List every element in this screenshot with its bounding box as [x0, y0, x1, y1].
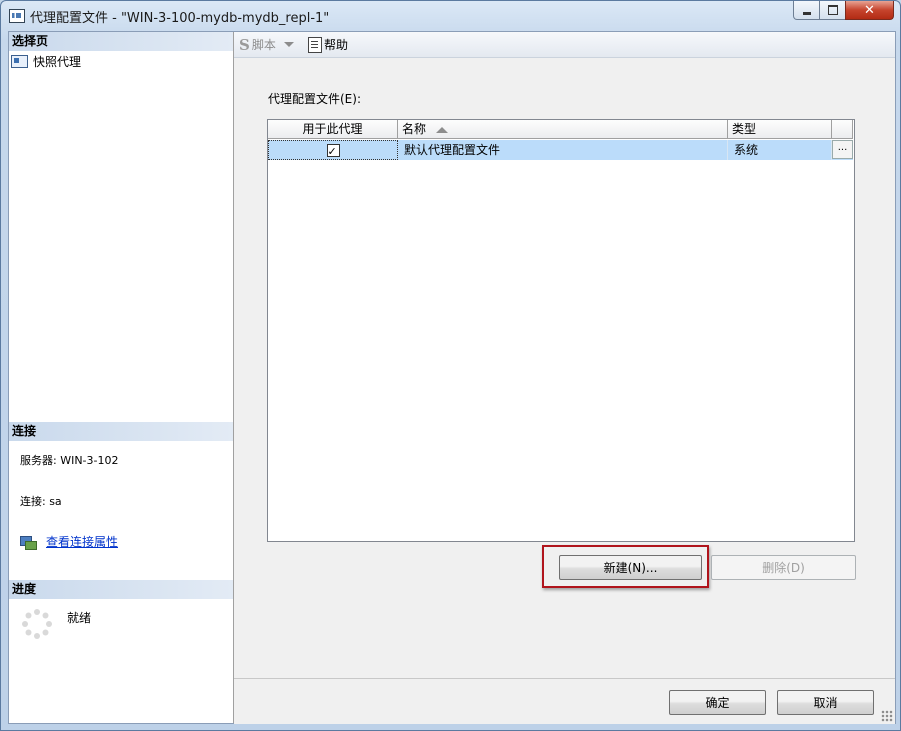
- agent-icon: [11, 55, 28, 68]
- connection-header: 连接: [9, 422, 233, 441]
- progress-status: 就绪: [67, 611, 92, 625]
- close-icon: ✕: [864, 2, 875, 18]
- page-item-snapshot-agent[interactable]: 快照代理: [11, 53, 81, 70]
- script-button[interactable]: S 脚本: [239, 36, 294, 53]
- delete-profile-button[interactable]: 删除(D): [711, 555, 856, 580]
- column-header-use-for-agent[interactable]: 用于此代理: [268, 120, 398, 139]
- ok-button[interactable]: 确定: [669, 690, 766, 715]
- maximize-button[interactable]: [819, 1, 846, 20]
- new-profile-button[interactable]: 新建(N)...: [559, 555, 702, 580]
- page-item-label: 快照代理: [33, 55, 82, 69]
- agent-window-icon: [9, 9, 25, 23]
- resize-grip-icon[interactable]: [881, 710, 893, 722]
- table-row[interactable]: 默认代理配置文件 系统 ...: [268, 140, 853, 162]
- toolbar: S 脚本 帮助: [234, 32, 895, 58]
- properties-panel: 代理配置文件(E): 用于此代理 名称 类型 默认代理配置文件: [234, 58, 895, 678]
- help-icon: [308, 36, 322, 53]
- agent-profiles-grid[interactable]: 用于此代理 名称 类型 默认代理配置文件 系统 ...: [267, 119, 855, 542]
- agent-profiles-label: 代理配置文件(E):: [268, 92, 361, 106]
- column-header-name-label: 名称: [402, 122, 427, 136]
- profile-details-button[interactable]: ...: [832, 140, 853, 159]
- column-header-actions: [832, 120, 853, 139]
- select-page-header: 选择页: [9, 32, 233, 51]
- view-connection-properties[interactable]: 查看连接属性: [20, 533, 118, 550]
- chevron-down-icon[interactable]: [283, 42, 294, 47]
- connection-properties-icon: [20, 535, 37, 550]
- profile-type-cell: 系统: [728, 140, 832, 160]
- server-info: 服务器: WIN-3-102: [20, 454, 119, 467]
- title-bar[interactable]: 代理配置文件 - "WIN-3-100-mydb-mydb_repl-1" ✕: [1, 1, 900, 29]
- column-header-type[interactable]: 类型: [728, 120, 832, 139]
- grid-header: 用于此代理 名称 类型: [268, 120, 853, 140]
- window-title: 代理配置文件 - "WIN-3-100-mydb-mydb_repl-1": [30, 11, 330, 26]
- profile-name-cell: 默认代理配置文件: [398, 140, 728, 160]
- dialog-window: 代理配置文件 - "WIN-3-100-mydb-mydb_repl-1" ✕ …: [0, 0, 901, 731]
- minimize-button[interactable]: [793, 1, 820, 20]
- column-header-name[interactable]: 名称: [398, 120, 728, 139]
- maximize-icon: [827, 5, 838, 15]
- dialog-client-area: 选择页 快照代理 连接 服务器: WIN-3-102 连接: sa 查看连接属性…: [8, 31, 896, 724]
- use-for-agent-cell[interactable]: [268, 140, 398, 162]
- script-icon: S: [239, 35, 250, 54]
- progress-spinner-icon: [22, 609, 52, 639]
- dialog-footer: 确定 取消: [234, 678, 895, 724]
- minimize-icon: [802, 11, 811, 15]
- help-label: 帮助: [324, 38, 349, 52]
- progress-header: 进度: [9, 580, 233, 599]
- use-for-agent-checkbox[interactable]: [326, 142, 340, 162]
- cancel-button[interactable]: 取消: [777, 690, 874, 715]
- connection-info: 连接: sa: [20, 495, 62, 508]
- help-button[interactable]: 帮助: [308, 36, 348, 53]
- close-button[interactable]: ✕: [845, 1, 894, 20]
- view-connection-properties-link[interactable]: 查看连接属性: [46, 533, 118, 550]
- script-label: 脚本: [251, 38, 276, 52]
- sort-ascending-icon: [436, 127, 448, 133]
- left-pane: 选择页 快照代理 连接 服务器: WIN-3-102 连接: sa 查看连接属性…: [9, 32, 234, 723]
